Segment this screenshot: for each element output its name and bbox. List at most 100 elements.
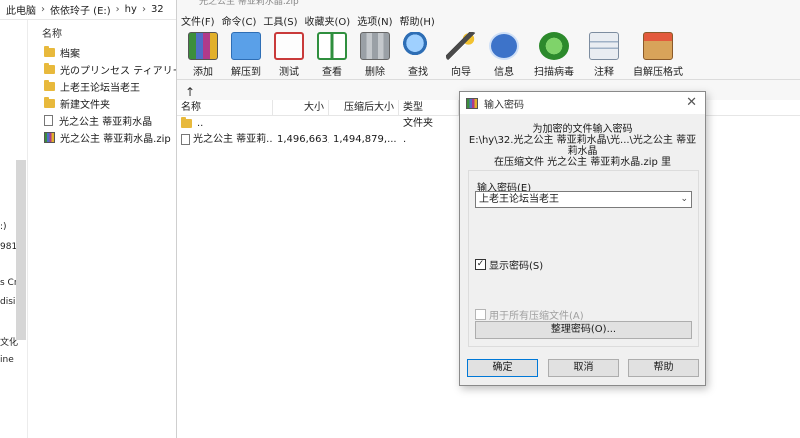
list-item-label: 新建文件夹 bbox=[60, 100, 110, 111]
breadcrumb-this-pc[interactable]: 此电脑 bbox=[6, 2, 36, 17]
info-line: 在压缩文件 光之公主 蒂亚莉水晶.zip 里 bbox=[493, 157, 672, 168]
sfx-button-label: 自解压格式 bbox=[633, 67, 683, 78]
show-password-checkbox[interactable]: ✓ 显示密码(S) bbox=[475, 257, 543, 272]
column-packed-size[interactable]: 压缩后大小 bbox=[329, 100, 399, 115]
toolbar: 添加 解压到 测试 查看 删除 查找 向导 信息 扫描病毒 注释 自解压格式 bbox=[177, 30, 800, 80]
row-type: 文件夹 bbox=[403, 118, 433, 129]
folder-icon bbox=[44, 63, 55, 74]
breadcrumb-folder[interactable]: 32 bbox=[151, 4, 164, 15]
view-button[interactable]: 查看 bbox=[312, 32, 352, 78]
nav-item-fragment[interactable]: :) bbox=[0, 222, 7, 232]
menu-command[interactable]: 命令(C) bbox=[222, 13, 257, 28]
password-combobox[interactable]: 上老王论坛当老王 ⌄ bbox=[475, 191, 692, 208]
list-item-label: 光之公主 蒂亚莉水晶.zip bbox=[60, 134, 171, 145]
menu-file[interactable]: 文件(F) bbox=[181, 13, 215, 28]
document-icon bbox=[44, 115, 53, 126]
explorer-breadcrumb[interactable]: 此电脑 › 依依玲子 (E:) › hy › 32 bbox=[0, 0, 176, 20]
list-item[interactable]: 光之公主 蒂亚莉水晶 bbox=[28, 112, 176, 129]
up-arrow-icon[interactable]: ↑ bbox=[185, 85, 195, 99]
find-button-label: 查找 bbox=[408, 67, 428, 78]
extract-to-icon bbox=[231, 32, 261, 60]
nav-item-fragment[interactable]: s Cr bbox=[0, 278, 18, 288]
folder-icon bbox=[181, 116, 192, 128]
dialog-title-bar[interactable]: 输入密码 bbox=[460, 92, 705, 114]
delete-button[interactable]: 删除 bbox=[355, 32, 395, 78]
nav-item-fragment[interactable]: 981 bbox=[0, 242, 17, 252]
row-name: 光之公主 蒂亚莉... bbox=[177, 132, 273, 148]
menu-favorites[interactable]: 收藏夹(O) bbox=[305, 13, 351, 28]
dialog-info: 为加密的文件输入密码 E:\hy\32.光之公主 蒂亚莉水晶\光...\光之公主… bbox=[460, 124, 705, 168]
cancel-button[interactable]: 取消 bbox=[548, 359, 619, 377]
breadcrumb-hy[interactable]: hy bbox=[125, 4, 137, 15]
list-item-label: 上老王论坛当老王 bbox=[60, 83, 140, 94]
use-for-all-checkbox[interactable]: 用于所有压缩文件(A) bbox=[475, 307, 584, 322]
list-item[interactable]: 光之公主 蒂亚莉水晶.zip bbox=[28, 129, 176, 146]
add-button[interactable]: 添加 bbox=[183, 32, 223, 78]
extract-to-button[interactable]: 解压到 bbox=[226, 32, 266, 78]
row-size bbox=[273, 116, 329, 132]
info-line: E:\hy\32.光之公主 蒂亚莉水晶\光...\光之公主 蒂亚莉水晶 bbox=[468, 135, 697, 157]
list-item[interactable]: 档案 bbox=[28, 44, 176, 61]
wizard-button-label: 向导 bbox=[451, 67, 471, 78]
column-header-name[interactable]: 名称 bbox=[28, 20, 176, 44]
row-type: . bbox=[403, 134, 407, 145]
sfx-button[interactable]: 自解压格式 bbox=[627, 32, 689, 78]
list-item[interactable]: 新建文件夹 bbox=[28, 95, 176, 112]
folder-icon bbox=[44, 46, 55, 57]
column-type[interactable]: 类型 bbox=[399, 100, 459, 115]
info-button[interactable]: 信息 bbox=[484, 32, 524, 78]
comment-button[interactable]: 注释 bbox=[584, 32, 624, 78]
list-item-label: 光のプリンセス ティアリー bbox=[60, 66, 176, 77]
extract-to-button-label: 解压到 bbox=[231, 67, 261, 78]
explorer-nav-pane[interactable]: :) 981 s Cr disi 文化 ine bbox=[0, 20, 28, 438]
checkbox-unchecked-icon bbox=[475, 309, 486, 320]
comment-button-label: 注释 bbox=[594, 67, 614, 78]
nav-scrollbar[interactable] bbox=[16, 160, 26, 340]
test-button-label: 测试 bbox=[279, 67, 299, 78]
row-packed-size: 1,494,879,... bbox=[333, 134, 397, 145]
list-item[interactable]: 上老王论坛当老王 bbox=[28, 78, 176, 95]
info-line: 为加密的文件输入密码 bbox=[532, 124, 633, 135]
dialog-title: 输入密码 bbox=[484, 99, 524, 111]
delete-button-label: 删除 bbox=[365, 67, 385, 78]
list-item[interactable]: 光のプリンセス ティアリー bbox=[28, 61, 176, 78]
virus-scan-icon bbox=[539, 32, 569, 60]
nav-item-fragment[interactable]: disi bbox=[0, 297, 15, 307]
column-size[interactable]: 大小 bbox=[273, 100, 329, 115]
column-name[interactable]: 名称 bbox=[177, 100, 273, 115]
test-button[interactable]: 测试 bbox=[269, 32, 309, 78]
virus-scan-button[interactable]: 扫描病毒 bbox=[527, 32, 581, 78]
breadcrumb-drive[interactable]: 依依玲子 (E:) bbox=[50, 2, 111, 17]
explorer-file-list[interactable]: 名称 档案 光のプリンセス ティアリー 上老王论坛当老王 新建文件夹 光之公主 … bbox=[28, 20, 176, 438]
close-icon[interactable]: ✕ bbox=[686, 95, 697, 110]
add-icon bbox=[188, 32, 218, 60]
info-icon bbox=[489, 32, 519, 60]
help-button[interactable]: 帮助 bbox=[628, 359, 699, 377]
ok-button[interactable]: 确定 bbox=[467, 359, 538, 377]
use-for-all-label: 用于所有压缩文件(A) bbox=[489, 311, 584, 322]
chevron-right-icon: › bbox=[115, 4, 120, 15]
wizard-icon bbox=[446, 32, 476, 60]
menu-help[interactable]: 帮助(H) bbox=[400, 13, 435, 28]
row-name-text: .. bbox=[197, 118, 204, 129]
show-password-label: 显示密码(S) bbox=[489, 261, 544, 272]
add-button-label: 添加 bbox=[193, 67, 213, 78]
find-button[interactable]: 查找 bbox=[398, 32, 438, 78]
organize-passwords-button[interactable]: 整理密码(O)... bbox=[475, 321, 692, 339]
checkbox-checked-icon: ✓ bbox=[475, 259, 486, 270]
password-value: 上老王论坛当老王 bbox=[479, 194, 559, 205]
folder-icon bbox=[44, 80, 55, 91]
nav-item-fragment[interactable]: ine bbox=[0, 355, 14, 365]
chevron-down-icon[interactable]: ⌄ bbox=[680, 192, 688, 207]
chevron-right-icon: › bbox=[41, 4, 45, 15]
list-item-label: 光之公主 蒂亚莉水晶 bbox=[59, 117, 153, 128]
rar-archive-icon bbox=[44, 132, 55, 143]
wizard-button[interactable]: 向导 bbox=[441, 32, 481, 78]
password-dialog: 输入密码 ✕ 为加密的文件输入密码 E:\hy\32.光之公主 蒂亚莉水晶\光.… bbox=[459, 91, 706, 386]
row-name: .. bbox=[177, 116, 273, 132]
comment-icon bbox=[589, 32, 619, 60]
menu-options[interactable]: 选项(N) bbox=[357, 13, 392, 28]
row-packed-size bbox=[329, 116, 399, 132]
menu-tools[interactable]: 工具(S) bbox=[263, 13, 297, 28]
virus-scan-button-label: 扫描病毒 bbox=[534, 67, 574, 78]
